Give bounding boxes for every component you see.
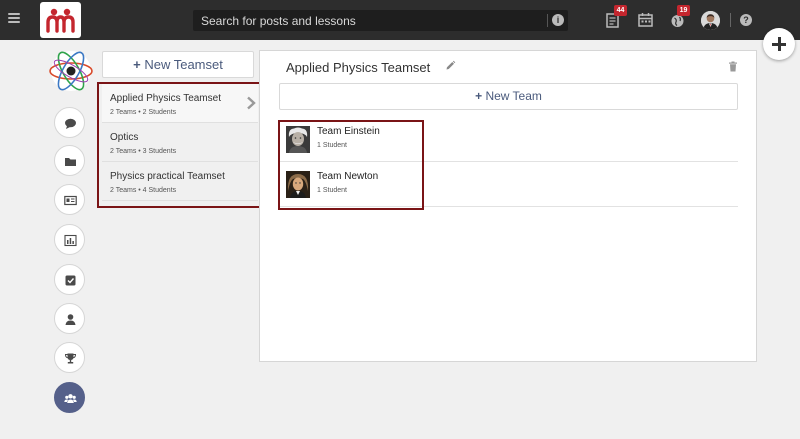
top-bar: i 44 19 ? [0,0,800,40]
teamset-list: Applied Physics Teamset 2 Teams • 2 Stud… [102,84,258,204]
user-icon [65,314,76,325]
topbar-divider [730,13,731,27]
chevron-right-icon [247,96,256,110]
info-icon[interactable]: i [552,14,564,26]
id-card-icon [64,195,77,206]
atom-icon[interactable] [48,48,94,94]
team-count: 1 Student [317,142,347,149]
notes-badge: 44 [614,5,627,16]
rail-stats-button[interactable] [54,224,85,255]
team-row[interactable]: Team Newton 1 Student [279,162,738,207]
user-avatar[interactable] [701,11,720,30]
trophy-icon [64,353,77,364]
teamset-item[interactable]: Optics 2 Teams • 3 Students [102,123,258,162]
trash-icon[interactable] [728,61,738,72]
calendar-icon[interactable] [636,10,656,30]
teamset-detail-panel: Applied Physics Teamset + New Team Team … [259,50,757,362]
rail-idcard-button[interactable] [54,184,85,215]
plus-icon: + [475,89,486,103]
search-bar: i [193,10,568,31]
team-newton-photo [286,171,310,198]
new-team-button[interactable]: + New Team [279,83,738,110]
teamset-meta: 2 Teams • 4 Students [110,187,177,194]
new-teamset-label: New Teamset [144,57,223,72]
teamset-title: Applied Physics Teamset [110,93,221,104]
rail-folder-button[interactable] [54,145,85,176]
teamset-title: Physics practical Teamset [110,171,225,182]
teamset-item[interactable]: Physics practical Teamset 2 Teams • 4 St… [102,162,258,201]
team-row[interactable]: Team Einstein 1 Student [279,117,738,162]
chat-icon [65,118,76,129]
search-divider [547,14,548,27]
new-teamset-button[interactable]: + New Teamset [102,51,254,78]
team-name: Team Einstein [317,126,380,137]
teamset-meta: 2 Teams • 2 Students [110,109,177,116]
rail-groups-button[interactable] [54,382,85,413]
logo[interactable] [40,2,81,38]
rail-awards-button[interactable] [54,342,85,373]
checkbox-icon [65,275,76,286]
help-icon[interactable]: ? [740,14,752,26]
group-icon [64,394,77,403]
team-count: 1 Student [317,187,347,194]
rail-profile-button[interactable] [54,303,85,334]
team-einstein-photo [286,126,310,153]
team-name: Team Newton [317,171,379,182]
rail-tasks-button[interactable] [54,264,85,295]
menu-icon[interactable] [8,13,20,23]
teamset-item[interactable]: Applied Physics Teamset 2 Teams • 2 Stud… [102,84,258,123]
rail-chat-button[interactable] [54,107,85,138]
pencil-icon[interactable] [445,60,456,71]
teamset-meta: 2 Teams • 3 Students [110,148,177,155]
bar-chart-icon [64,234,77,247]
teamset-title: Optics [110,132,139,143]
panel-title: Applied Physics Teamset [286,60,431,75]
add-fab-button[interactable] [763,28,795,60]
folder-icon [65,158,76,166]
globe-badge: 19 [677,5,690,16]
new-team-label: New Team [485,89,542,103]
plus-icon: + [133,57,145,72]
search-input[interactable] [193,10,543,31]
